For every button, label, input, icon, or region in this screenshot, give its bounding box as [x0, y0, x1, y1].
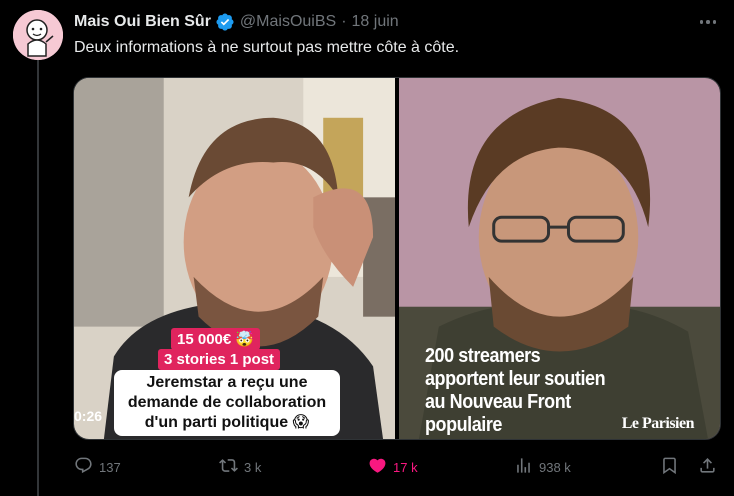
bookmark-icon [660, 456, 679, 478]
views-button[interactable]: 938 k [514, 456, 571, 478]
le-parisien-logo: Le Parisien [621, 415, 695, 432]
heart-icon [368, 456, 387, 478]
more-icon[interactable] [698, 12, 718, 32]
thread-line [37, 58, 39, 496]
retweet-button[interactable]: 3 k [219, 456, 261, 478]
separator-dot: · [341, 13, 347, 30]
like-count: 17 k [393, 459, 418, 475]
tweet-media[interactable]: 15 000€ 🤯 3 stories 1 post Jeremstar a r… [73, 77, 721, 440]
tweet-header: Mais Oui Bien Sûr @MaisOuiBS · 18 juin [74, 11, 399, 33]
reply-count: 137 [99, 459, 121, 475]
tweet-timestamp[interactable]: 18 juin [352, 13, 399, 31]
avatar[interactable] [13, 10, 63, 60]
views-icon [514, 456, 533, 478]
views-count: 938 k [539, 459, 571, 475]
like-button[interactable]: 17 k [368, 456, 418, 478]
video-timestamp: 0:26 [74, 408, 103, 424]
retweet-count: 3 k [244, 459, 262, 475]
share-button[interactable] [698, 456, 717, 478]
share-icon [698, 456, 717, 478]
verified-badge-icon [215, 12, 235, 32]
retweet-icon [219, 456, 238, 478]
stories-badge: 3 stories 1 post [158, 349, 281, 370]
tweet-actions: 137 3 k 17 k 938 k [74, 456, 720, 480]
image-caption: Jeremstar a reçu une demande de collabor… [114, 370, 340, 436]
media-right-image[interactable]: 200 streamers apportent leur soutien au … [399, 78, 720, 439]
author-name[interactable]: Mais Oui Bien Sûr [74, 13, 211, 31]
price-badge: 15 000€ 🤯 [171, 328, 261, 350]
media-left-image[interactable]: 15 000€ 🤯 3 stories 1 post Jeremstar a r… [74, 78, 395, 439]
author-handle[interactable]: @MaisOuiBS [240, 13, 336, 31]
reply-icon [74, 456, 93, 478]
tweet-text: Deux informations à ne surtout pas mettr… [74, 39, 460, 56]
avatar-illustration [13, 10, 63, 60]
reply-button[interactable]: 137 [74, 456, 121, 478]
news-headline: 200 streamers apportent leur soutien au … [425, 345, 606, 436]
bookmark-button[interactable] [660, 456, 679, 478]
